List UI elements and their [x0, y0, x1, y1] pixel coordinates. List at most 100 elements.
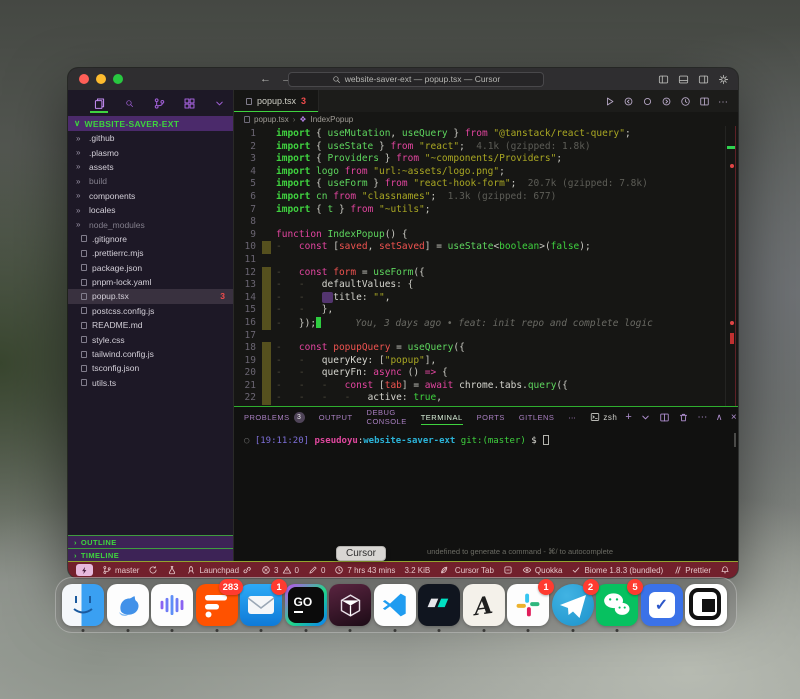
close-window-button[interactable]: [79, 74, 89, 84]
tree-item-README.md[interactable]: README.md: [68, 318, 233, 332]
terminal-scrollbar[interactable]: [734, 433, 736, 447]
tree-item-.plasmo[interactable]: ».plasmo: [68, 145, 233, 159]
dock-app-finder[interactable]: [62, 584, 104, 626]
panel-tab-⋯[interactable]: ⋯: [568, 407, 576, 427]
dock-app-waveform[interactable]: [151, 584, 193, 626]
status-item-biome-1-8-3-bundled-[interactable]: Biome 1.8.3 (bundled): [571, 565, 663, 575]
tree-item-tailwind.config.js[interactable]: tailwind.config.js: [68, 347, 233, 361]
panel-tab-ports[interactable]: PORTS: [477, 407, 505, 427]
status-item-prettier[interactable]: Prettier: [672, 565, 711, 575]
dock-app-wechat[interactable]: 5: [596, 584, 638, 626]
timeline-section[interactable]: › TIMELINE: [68, 548, 233, 561]
terminal-cursor: [543, 435, 549, 445]
status-item-launchpad[interactable]: Launchpad: [186, 565, 252, 575]
status-item-3[interactable]: 30: [261, 565, 299, 575]
panel-tab-problems[interactable]: PROBLEMS3: [244, 407, 305, 427]
back-arrow-icon[interactable]: ←: [260, 73, 271, 85]
layout-right-icon[interactable]: [698, 74, 709, 85]
status-item-3-2-kib[interactable]: 3.2 KiB: [404, 566, 430, 575]
activity-chevron-down[interactable]: [212, 93, 226, 113]
status-item-master[interactable]: master: [102, 565, 139, 575]
tree-item-node_modules[interactable]: »node_modules: [68, 217, 233, 231]
tree-item-locales[interactable]: »locales: [68, 203, 233, 217]
outline-section[interactable]: › OUTLINE: [68, 535, 233, 548]
dock-app-mail[interactable]: 1: [240, 584, 282, 626]
status-item-cursor-tab[interactable]: Cursor Tab: [455, 566, 494, 575]
explorer-root[interactable]: ∨ WEBSITE-SAVER-EXT: [68, 116, 233, 131]
activity-source-control[interactable]: [152, 93, 166, 113]
chevron-down-icon[interactable]: [640, 412, 651, 423]
tree-item-build[interactable]: »build: [68, 174, 233, 188]
dock-app-goland[interactable]: GO: [285, 584, 327, 626]
dock-app-cursor[interactable]: [329, 584, 371, 626]
file-icon: [81, 279, 87, 286]
tree-item-postcss.config.js[interactable]: postcss.config.js: [68, 304, 233, 318]
more-icon[interactable]: ⋯: [697, 412, 708, 423]
tree-item-utils.ts[interactable]: utils.ts: [68, 376, 233, 390]
tree-item-.github[interactable]: ».github: [68, 131, 233, 145]
terminal-token: $: [526, 436, 542, 446]
split-icon[interactable]: [659, 412, 670, 423]
status-item-quokka[interactable]: Quokka: [522, 565, 563, 575]
status-item[interactable]: [76, 564, 93, 576]
status-item[interactable]: [167, 565, 177, 575]
activity-files[interactable]: [92, 93, 106, 113]
status-item[interactable]: [439, 565, 449, 575]
tree-item-components[interactable]: »components: [68, 189, 233, 203]
tree-item-popup.tsx[interactable]: popup.tsx3: [68, 289, 233, 303]
dock-app-telegram[interactable]: 2: [552, 584, 594, 626]
command-center[interactable]: website-saver-ext — popup.tsx — Cursor: [288, 72, 544, 87]
status-item[interactable]: [148, 565, 158, 575]
dock-app-fox[interactable]: [107, 584, 149, 626]
timer-icon[interactable]: [680, 96, 691, 107]
tree-item-assets[interactable]: »assets: [68, 160, 233, 174]
split-icon[interactable]: [699, 96, 710, 107]
tree-item-.gitignore[interactable]: .gitignore: [68, 232, 233, 246]
dock-app-stack[interactable]: [685, 584, 727, 626]
close-icon[interactable]: ×: [731, 412, 737, 423]
tree-item-tsconfig.json[interactable]: tsconfig.json: [68, 361, 233, 375]
panel-tab-gitlens[interactable]: GITLENS: [519, 407, 555, 427]
panel-tab-terminal[interactable]: TERMINAL: [421, 407, 463, 427]
panel-tab-output[interactable]: OUTPUT: [319, 407, 353, 427]
dock-app-warp[interactable]: [418, 584, 460, 626]
code-line: 10- const [saved, setSaved] = useState<b…: [234, 241, 738, 254]
next-circle-icon[interactable]: [661, 96, 672, 107]
tree-item-pnpm-lock.yaml[interactable]: pnpm-lock.yaml: [68, 275, 233, 289]
prev-circle-icon[interactable]: [623, 96, 634, 107]
breadcrumb[interactable]: popup.tsx › ❖ IndexPopup: [234, 112, 738, 126]
code-editor[interactable]: 1import { useMutation, useQuery } from "…: [234, 126, 738, 406]
zoom-window-button[interactable]: [113, 74, 123, 84]
run-icon[interactable]: [604, 96, 615, 107]
tree-item-.prettierrc.mjs[interactable]: .prettierrc.mjs: [68, 246, 233, 260]
more-icon[interactable]: ⋯: [718, 92, 728, 110]
dock-app-follow[interactable]: 283: [196, 584, 238, 626]
shell-selector[interactable]: zsh: [590, 412, 617, 422]
dot-circle-icon[interactable]: [642, 96, 653, 107]
git-gutter: [262, 267, 271, 280]
minimize-window-button[interactable]: [96, 74, 106, 84]
overview-ruler[interactable]: [725, 126, 738, 406]
window-titlebar[interactable]: ← → website-saver-ext — popup.tsx — Curs…: [68, 68, 738, 90]
status-item-7-hrs-43-mins[interactable]: 7 hrs 43 mins: [334, 565, 395, 575]
layout-left-icon[interactable]: [658, 74, 669, 85]
activity-extensions[interactable]: [182, 93, 196, 113]
dock-app-sketch[interactable]: A: [463, 584, 505, 626]
trash-icon[interactable]: [678, 412, 689, 423]
activity-search[interactable]: [122, 93, 136, 113]
dock-app-slack[interactable]: 1: [507, 584, 549, 626]
dock-app-vscode[interactable]: [374, 584, 416, 626]
tree-item-package.json[interactable]: package.json: [68, 261, 233, 275]
plus-icon[interactable]: +: [625, 411, 632, 423]
tab-popup-tsx[interactable]: popup.tsx 3: [234, 90, 319, 112]
tree-item-style.css[interactable]: style.css: [68, 332, 233, 346]
terminal[interactable]: ○ [19:11:20] pseudoyu:website-saver-ext …: [234, 427, 738, 561]
layout-bottom-icon[interactable]: [678, 74, 689, 85]
dock-app-things[interactable]: ✓: [641, 584, 683, 626]
status-item-0[interactable]: 0: [308, 565, 325, 575]
status-item[interactable]: [720, 565, 730, 575]
chevron-up-icon[interactable]: ∧: [716, 412, 723, 423]
gear-icon[interactable]: [718, 74, 729, 85]
panel-tab-debug-console[interactable]: DEBUG CONSOLE: [367, 407, 407, 427]
status-item[interactable]: [503, 565, 513, 575]
